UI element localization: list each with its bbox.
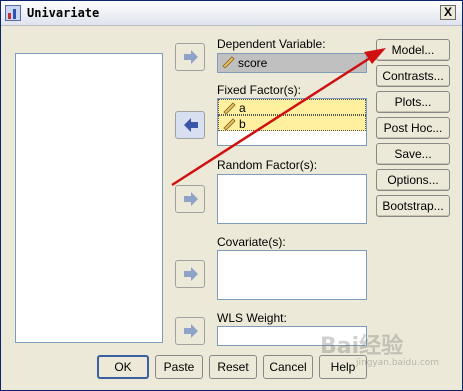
baidu-watermark: Bai经验 jingyan.baidu.com [316, 320, 456, 376]
watermark-text: Bai经验 [320, 334, 404, 359]
watermark-subtext: jingyan.baidu.com [356, 358, 440, 368]
annotation-arrowhead [364, 48, 386, 64]
